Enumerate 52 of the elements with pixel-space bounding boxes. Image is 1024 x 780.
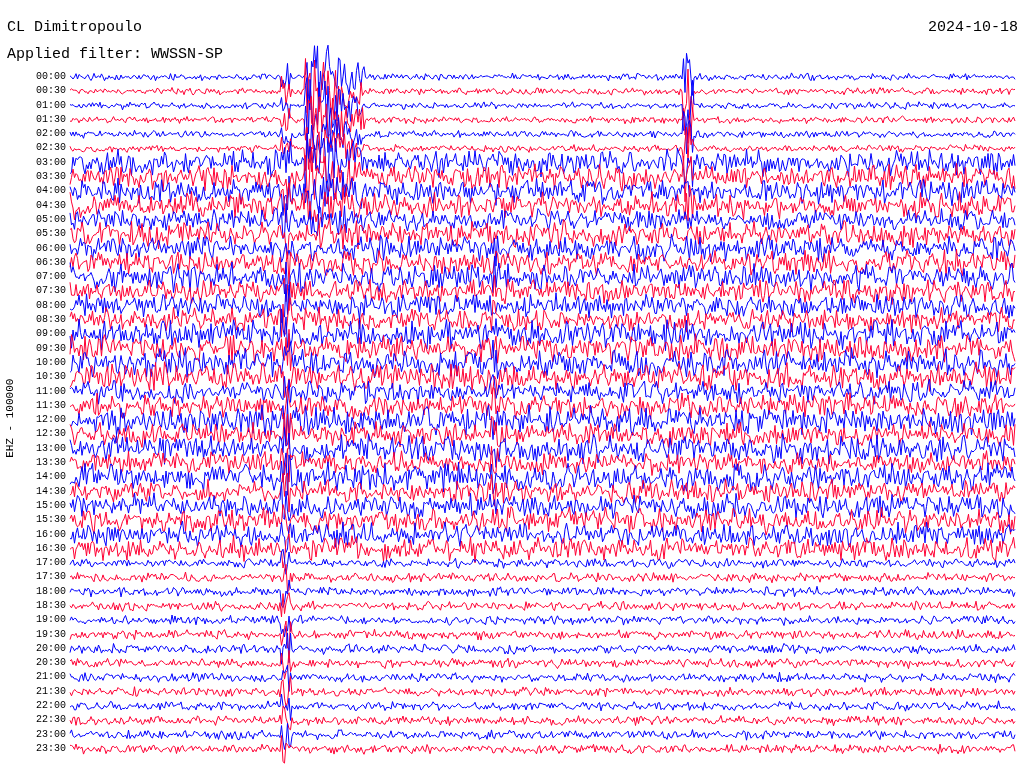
time-label: 11:30 xyxy=(35,398,67,413)
time-label: 18:00 xyxy=(35,584,67,599)
time-label: 22:30 xyxy=(35,713,67,728)
time-label: 12:30 xyxy=(35,427,67,442)
station-title: CL Dimitropoulo xyxy=(7,20,143,35)
time-label: 16:30 xyxy=(35,541,67,556)
time-label: 02:30 xyxy=(35,141,67,156)
time-label: 06:30 xyxy=(35,255,67,270)
time-label: 08:00 xyxy=(35,298,67,313)
time-label: 22:00 xyxy=(35,699,67,714)
date-label: 2024-10-18 xyxy=(928,20,1018,35)
filter-label: Applied filter: WWSSN-SP xyxy=(7,46,224,63)
time-label: 15:00 xyxy=(35,498,67,513)
time-label: 10:30 xyxy=(35,370,67,385)
time-label: 14:00 xyxy=(35,470,67,485)
time-label: 19:00 xyxy=(35,613,67,628)
time-label: 13:30 xyxy=(35,456,67,470)
time-label: 20:00 xyxy=(35,641,67,656)
time-label: 11:00 xyxy=(35,384,67,399)
time-label: 00:00 xyxy=(35,70,67,84)
time-label: 16:00 xyxy=(35,527,67,542)
time-label: 05:00 xyxy=(35,212,67,227)
time-label: 18:30 xyxy=(35,599,67,613)
time-label: 03:30 xyxy=(35,170,67,185)
time-label: 15:30 xyxy=(35,513,67,528)
time-label: 13:00 xyxy=(35,441,67,456)
time-label: 04:30 xyxy=(35,198,67,213)
time-label: 07:00 xyxy=(35,270,67,285)
time-label: 21:30 xyxy=(35,684,67,699)
time-label: 08:30 xyxy=(35,313,67,328)
time-label: 09:30 xyxy=(35,341,67,356)
time-label: 23:00 xyxy=(35,727,67,742)
time-label: 19:30 xyxy=(35,627,67,642)
time-label: 01:30 xyxy=(35,112,67,127)
time-label: 02:00 xyxy=(35,127,67,142)
time-label: 20:30 xyxy=(35,656,67,671)
time-label: 17:30 xyxy=(35,570,67,585)
time-label: 10:00 xyxy=(35,355,67,370)
time-label: 03:00 xyxy=(35,155,67,170)
time-label: 04:00 xyxy=(35,184,67,199)
time-label: 12:00 xyxy=(35,413,67,428)
time-label: 14:30 xyxy=(35,484,67,499)
time-label: 09:00 xyxy=(35,327,67,342)
time-label: 00:30 xyxy=(35,84,67,99)
time-label: 07:30 xyxy=(35,284,67,299)
channel-label: EHZ - 100000 xyxy=(3,378,18,458)
time-label: 23:30 xyxy=(35,741,67,756)
time-label: 06:00 xyxy=(35,241,67,256)
time-label: 17:00 xyxy=(35,556,67,571)
time-label: 21:00 xyxy=(35,670,67,685)
time-label: 01:00 xyxy=(35,98,67,113)
time-label: 05:30 xyxy=(35,227,67,242)
